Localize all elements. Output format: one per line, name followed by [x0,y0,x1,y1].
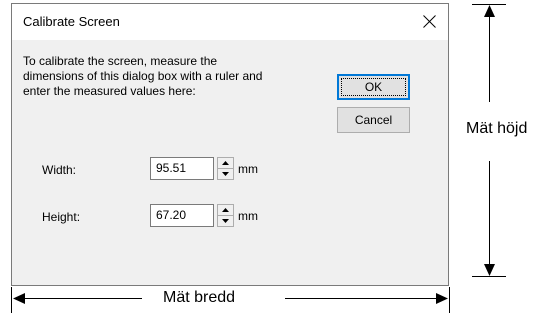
height-increment-button[interactable] [218,205,233,216]
height-dimension-line-bottom [489,161,490,266]
width-right-tick [449,287,450,313]
width-decrement-button[interactable] [218,169,233,179]
calibrate-screen-dialog: Calibrate Screen To calibrate the screen… [11,3,449,286]
width-label: Width: [42,163,77,177]
height-spinner [217,204,234,227]
width-annotation: Mät bredd [163,289,236,306]
close-icon [423,15,436,28]
width-input[interactable]: 95.51 [150,157,214,180]
arrow-down-icon [484,264,495,276]
dialog-title: Calibrate Screen [23,14,120,29]
close-button[interactable] [412,4,448,40]
width-dimension-line-right [285,298,437,299]
focus-rectangle [341,78,406,96]
ok-button[interactable]: OK [337,74,410,100]
height-label: Height: [42,210,81,224]
height-unit: mm [238,209,258,223]
width-dimension-line-left [22,298,142,299]
title-bar: Calibrate Screen [12,4,448,40]
width-left-tick [11,287,12,313]
arrow-up-icon [222,161,229,165]
instructions-text: To calibrate the screen, measure the dim… [23,54,263,98]
height-input[interactable]: 67.20 [150,204,214,227]
cancel-button[interactable]: Cancel [337,107,410,133]
arrow-down-icon [222,219,229,223]
width-increment-button[interactable] [218,158,233,169]
height-dimension-line-top [489,14,490,102]
height-annotation: Mät höjd [466,120,528,137]
width-spinner [217,157,234,180]
arrow-up-icon [222,208,229,212]
arrow-down-icon [222,172,229,176]
cancel-button-label: Cancel [354,113,393,127]
arrow-right-icon [436,293,448,304]
height-decrement-button[interactable] [218,216,233,226]
width-unit: mm [238,162,258,176]
height-bottom-tick [472,276,506,277]
